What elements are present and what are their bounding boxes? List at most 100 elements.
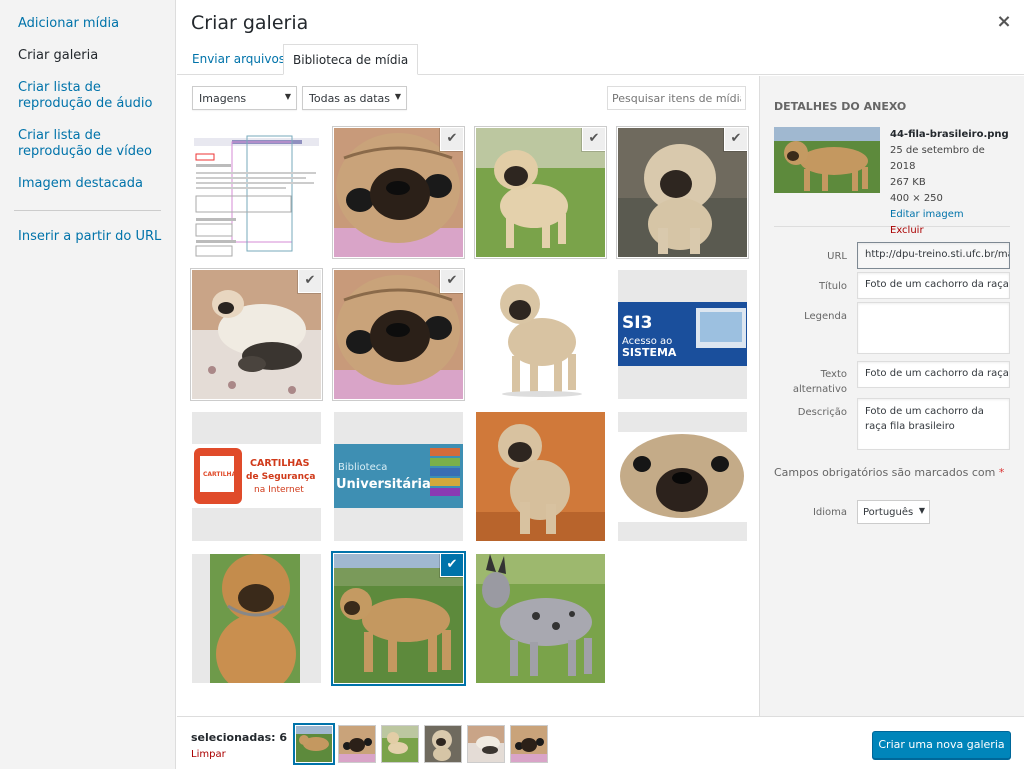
attachment-thumbnail [476,412,605,541]
selection-count: selecionadas: 6 [191,731,288,744]
attachment-thumbnail [476,554,605,683]
attachment-info: 44-fila-brasileiro.png 25 de setembro de… [774,127,1010,252]
attachment-item[interactable]: SI3 Acesso ao SISTEMA [618,270,747,399]
required-star-icon: * [998,466,1005,479]
attachment-item[interactable]: CARTILHA CARTILHAS de Segurança na Inter… [192,412,321,541]
alt-text-label-line1: Texto [820,369,847,380]
url-field[interactable]: http://dpu-treino.sti.ufc.br/ma [857,242,1010,269]
attachment-preview [774,127,880,193]
close-icon[interactable]: × [994,12,1014,32]
check-icon[interactable]: ✔ [441,554,463,576]
selected-thumbnail[interactable] [511,726,547,762]
alt-text-label: Texto alternativo [774,367,847,397]
menu-item-featured-image[interactable]: Imagem destacada [0,168,175,200]
menu-separator [14,210,161,211]
selected-thumbnail[interactable] [339,726,375,762]
attachment-thumbnail [192,554,321,683]
modal-title: Criar galeria [191,12,309,34]
selected-thumbnail[interactable] [296,726,332,762]
tab-media-library[interactable]: Biblioteca de mídia [283,44,419,75]
attachment-item[interactable] [192,554,321,683]
biblioteca-text: Biblioteca [338,462,387,473]
required-fields-note: Campos obrigatórios são marcados com * [774,466,1004,479]
edit-image-link[interactable]: Editar imagem [890,207,1010,223]
cartilhas-subtext: de Segurança [246,472,315,482]
date-filter-select[interactable]: Todas as datas ▼ [302,86,407,110]
attachment-item[interactable]: ✔ [334,270,463,399]
selected-thumbnail[interactable] [425,726,461,762]
clear-selection-link[interactable]: Limpar [191,749,226,760]
date-filter-value: Todas as datas [309,92,391,105]
language-label: Idioma [812,507,847,518]
attachment-item[interactable]: ✔ [618,128,747,257]
modal-header: Criar galeria × [177,0,1024,44]
media-toolbar: Imagens ▼ Todas as datas ▼ [177,76,759,120]
attachment-meta: 44-fila-brasileiro.png 25 de setembro de… [890,127,1010,255]
alt-text-label-line2: alternativo [792,384,847,395]
menu-item-audio-playlist[interactable]: Criar lista de reprodução de áudio [0,72,175,120]
attachment-thumbnail [618,412,747,541]
tab-upload-files[interactable]: Enviar arquivos [183,44,294,75]
check-icon[interactable]: ✔ [299,270,321,292]
chevron-down-icon: ▼ [284,92,291,101]
title-label: Título [818,281,847,292]
router-tabs: Enviar arquivos Biblioteca de mídia [177,44,1024,75]
description-label: Descrição [797,407,847,418]
cartilhas-internet-text: na Internet [254,485,304,495]
caption-label: Legenda [804,311,847,322]
attachment-thumbnail [192,128,321,257]
title-field[interactable]: Foto de um cachorro da raça [857,272,1010,299]
menu-item-add-media[interactable]: Adicionar mídia [0,8,175,40]
attachment-item[interactable]: ✔ [334,128,463,257]
menu-item-insert-from-url[interactable]: Inserir a partir do URL [0,221,175,253]
attachment-details-sidebar: DETALHES DO ANEXO 44-fila-brasileiro.png… [759,76,1024,716]
attachment-filesize: 267 KB [890,177,926,188]
description-field[interactable]: Foto de um cachorro da raça fila brasile… [857,398,1010,450]
attachment-thumbnail [476,270,605,399]
required-note-text: Campos obrigatórios são marcados com [774,466,996,479]
attachment-dimensions: 400 × 250 [890,193,943,204]
attachment-thumbnail: CARTILHA CARTILHAS de Segurança na Inter… [192,412,321,541]
attachment-thumbnail: SI3 Acesso ao SISTEMA [618,270,747,399]
selection-toolbar: selecionadas: 6 Limpar Criar uma nova ga… [177,716,1024,769]
language-select[interactable]: Português ▼ [857,500,930,524]
attachment-filename: 44-fila-brasileiro.png [890,129,1009,140]
attachment-item[interactable] [192,128,321,257]
menu-item-video-playlist[interactable]: Criar lista de reprodução de vídeo [0,120,175,168]
attachment-item[interactable] [476,412,605,541]
attachment-item[interactable] [476,270,605,399]
attachment-item-focused[interactable]: ✔ [334,554,463,683]
cartilhas-text: CARTILHAS [250,458,310,469]
attachment-item[interactable]: ✔ [476,128,605,257]
selected-thumbnail[interactable] [468,726,504,762]
attachments-grid: ✔ ✔ ✔ ✔ ✔ SI3 Acesso ao SISTEMA CARTILHA… [177,120,759,716]
chevron-down-icon: ▼ [394,92,401,101]
universitaria-text: Universitária [336,477,431,492]
si3-system-text: SISTEMA [622,346,677,359]
selected-thumbnail[interactable] [382,726,418,762]
check-icon[interactable]: ✔ [583,128,605,150]
caption-field[interactable] [857,302,1010,354]
attachment-item[interactable]: Biblioteca Universitária [334,412,463,541]
menu-item-create-gallery[interactable]: Criar galeria [0,40,175,72]
attachment-item[interactable] [618,412,747,541]
attachment-thumbnail: Biblioteca Universitária [334,412,463,541]
cartilha-book-text: CARTILHA [203,471,237,478]
check-icon[interactable]: ✔ [441,270,463,292]
attachment-item[interactable] [476,554,605,683]
create-gallery-button[interactable]: Criar uma nova galeria [872,731,1011,759]
search-input[interactable] [607,86,746,110]
attachment-item[interactable]: ✔ [192,270,321,399]
si3-text: SI3 [622,313,652,333]
language-value: Português [863,507,914,518]
url-label: URL [827,251,847,262]
chevron-down-icon: ▼ [918,506,925,515]
check-icon[interactable]: ✔ [725,128,747,150]
attachment-date: 25 de setembro de 2018 [890,145,985,172]
media-menu: Adicionar mídia Criar galeria Criar list… [0,0,176,769]
type-filter-value: Imagens [199,92,247,105]
alt-text-field[interactable]: Foto de um cachorro da raça [857,361,1010,388]
type-filter-select[interactable]: Imagens ▼ [192,86,297,110]
check-icon[interactable]: ✔ [441,128,463,150]
sidebar-heading: DETALHES DO ANEXO [774,100,907,113]
